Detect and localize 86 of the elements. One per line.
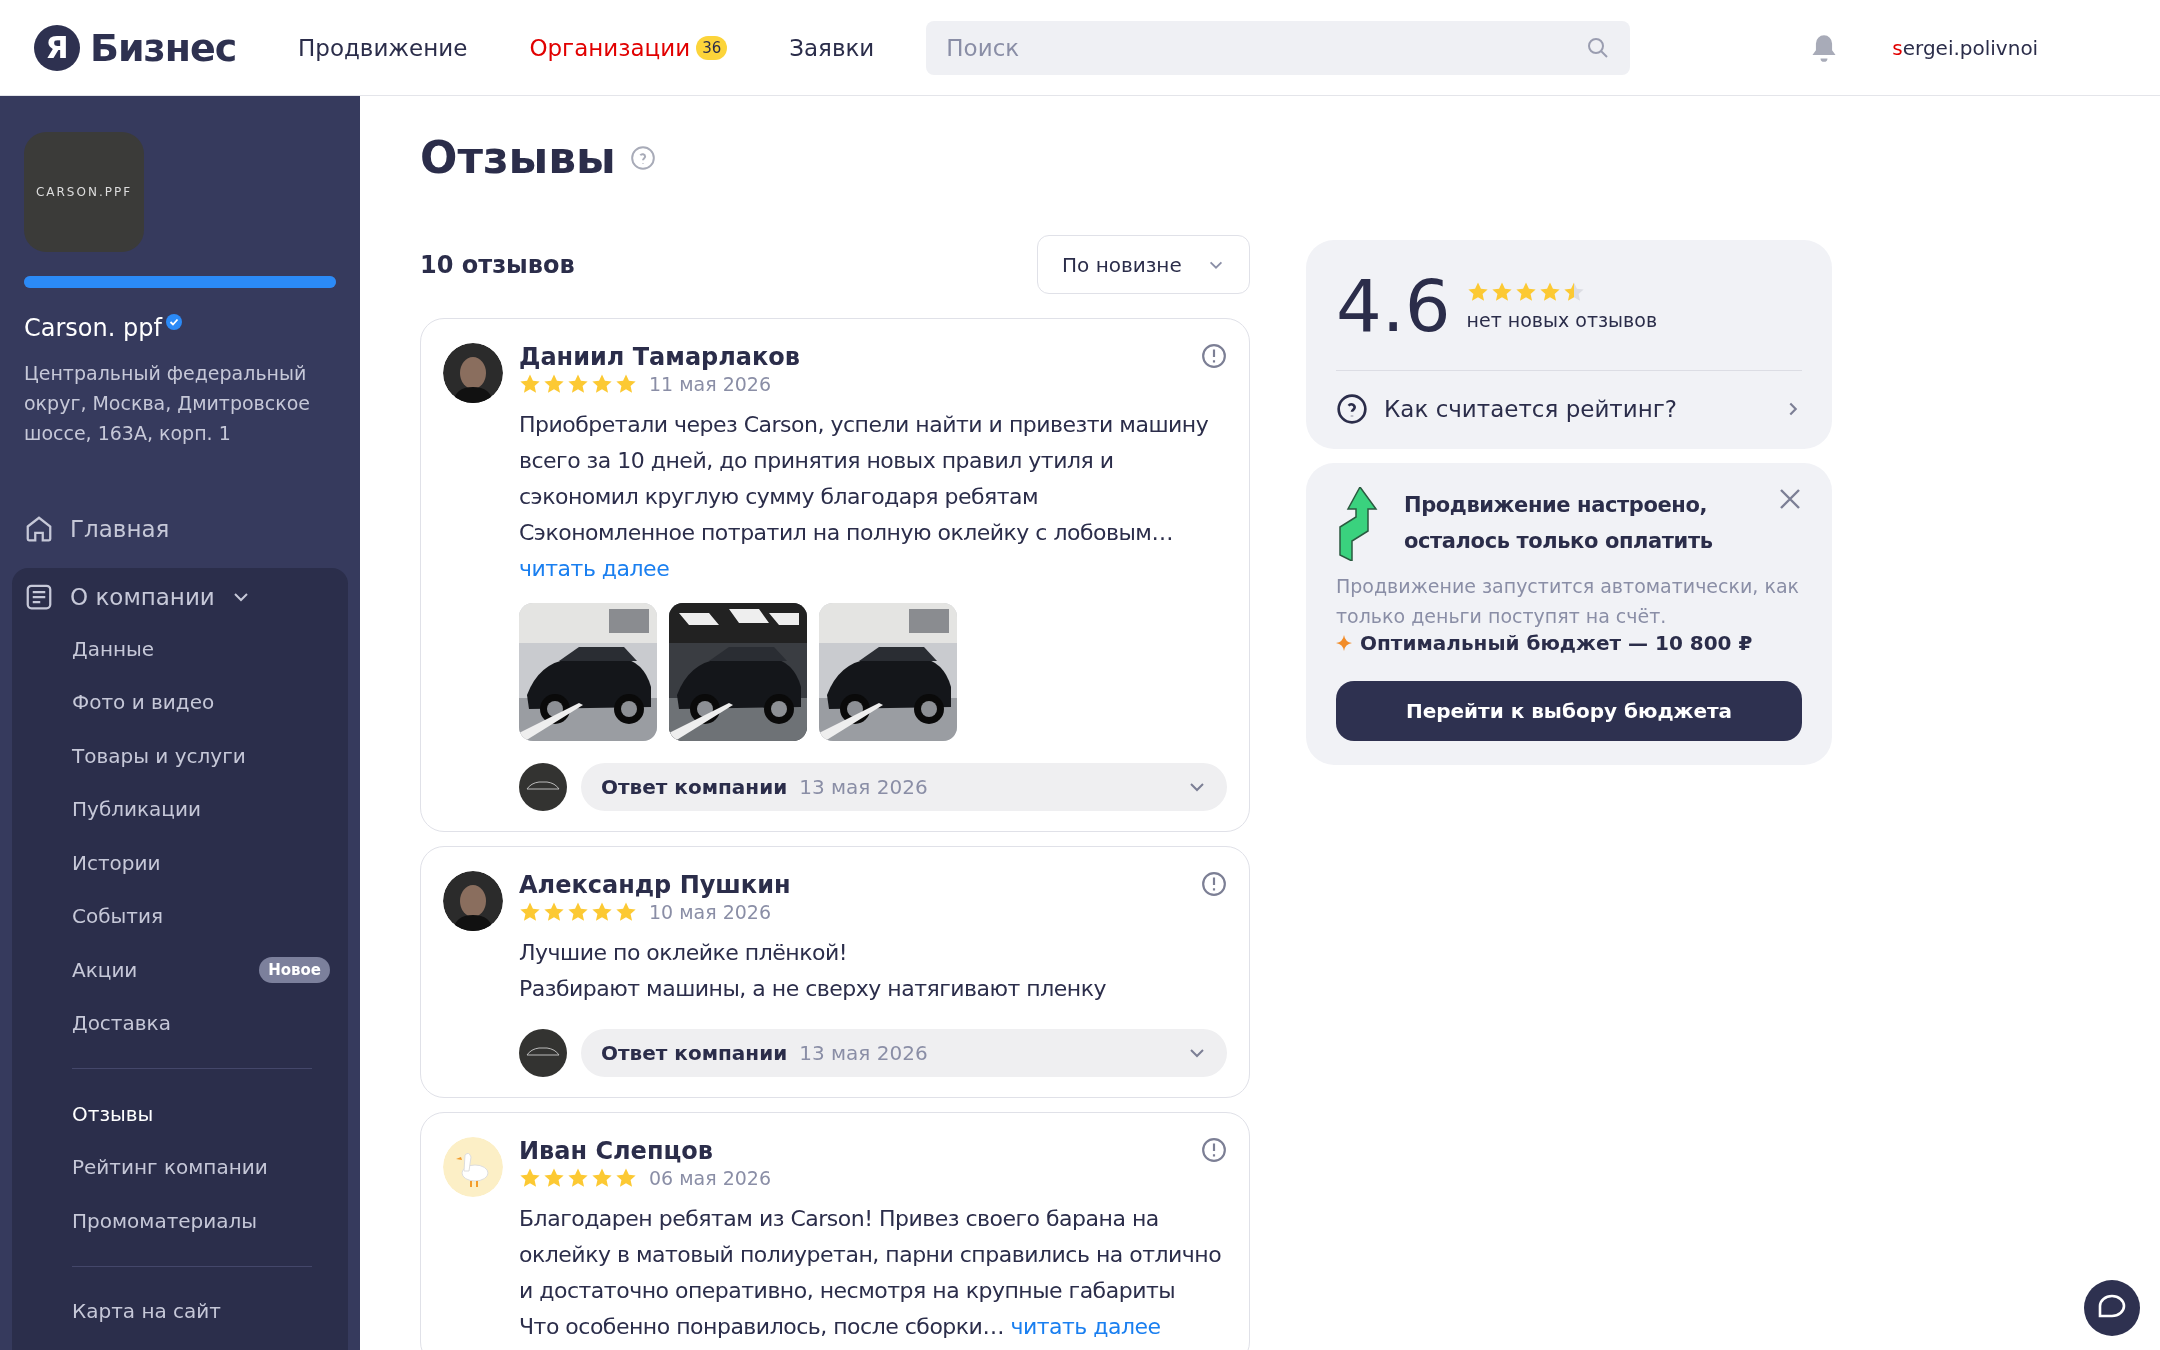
- star-icon: [519, 901, 541, 923]
- star-icon: [567, 901, 589, 923]
- home-icon: [24, 514, 54, 544]
- read-more-link[interactable]: читать далее: [1010, 1314, 1161, 1339]
- star-icon: [1562, 281, 1585, 303]
- budget-text: Оптимальный бюджет — 10 800 ₽: [1360, 631, 1753, 655]
- read-more-link[interactable]: читать далее: [519, 556, 670, 581]
- star-icon: [567, 1167, 589, 1189]
- star-icon: [615, 901, 637, 923]
- search-field[interactable]: Поиск: [926, 20, 1631, 75]
- sidebar-item[interactable]: События: [72, 889, 348, 943]
- nav-link[interactable]: Продвижение: [298, 34, 468, 61]
- page-title: Отзывы: [420, 132, 616, 183]
- sidebar-item[interactable]: Промоматериалы: [72, 1194, 348, 1248]
- logo-text: CARSON.PPF: [35, 185, 133, 199]
- user-avatar: [443, 871, 503, 931]
- new-badge: Новое: [259, 956, 330, 983]
- company-reply-toggle[interactable]: Ответ компании 13 мая 2026: [581, 1029, 1227, 1077]
- rating-info-link[interactable]: Как считается рейтинг?: [1336, 393, 1802, 425]
- help-icon: [1336, 393, 1368, 425]
- star-icon: [591, 1167, 613, 1189]
- company-name: Carson. ppf: [24, 314, 162, 342]
- rating-note: нет новых отзывов: [1466, 309, 1658, 331]
- company-logo[interactable]: CARSON.PPF: [24, 132, 144, 252]
- logo-text[interactable]: Бизнес: [90, 25, 237, 70]
- company-reply-toggle[interactable]: Ответ компании 13 мая 2026: [581, 763, 1227, 811]
- star-icon: [615, 373, 637, 395]
- star-icon: [1538, 281, 1561, 303]
- sidebar-item[interactable]: Товары и услуги: [72, 729, 348, 783]
- close-icon[interactable]: [1778, 487, 1802, 511]
- nav-link[interactable]: Организации 36: [529, 34, 728, 61]
- star-icon: [543, 901, 565, 923]
- company-address: Центральный федеральный округ, Москва, Дмитровское шоссе, 163А, корп. 1: [24, 361, 312, 446]
- count-badge: 36: [696, 35, 728, 60]
- star-icon: [1514, 281, 1537, 303]
- star-icon: [543, 373, 565, 395]
- sidebar-item[interactable]: Публикации: [72, 782, 348, 836]
- sidebar-item[interactable]: Истории: [72, 836, 348, 890]
- star-icon: [1466, 281, 1489, 303]
- sidebar-item[interactable]: Данные: [72, 622, 348, 676]
- star-icon: [567, 373, 589, 395]
- review-date: 11 мая 2026: [649, 373, 771, 395]
- nav-link[interactable]: Заявки: [789, 34, 875, 61]
- star-icon: [591, 373, 613, 395]
- home-link[interactable]: Главная: [24, 514, 348, 544]
- report-icon[interactable]: [1201, 343, 1227, 369]
- sparkle-icon: [1336, 635, 1352, 651]
- report-icon[interactable]: [1201, 871, 1227, 897]
- review-text: Лучшие по оклейке плёнкой! Разбирают машины, а не сверху натягивают пленку: [519, 939, 1108, 1003]
- sort-dropdown[interactable]: По новизне: [1037, 235, 1250, 294]
- review-text: Приобретали через Carson, успели найти и привезти машину всего за 10 дней, до принятия новых правил утиля и сэкономил круглую сумму благодаря ребятам Сэкономленное потратил на полную оклейку с лобовым… читать далее: [519, 411, 1210, 583]
- review-author: Александр Пушкин: [519, 871, 791, 899]
- budget-button[interactable]: Перейти к выбору бюджета: [1336, 681, 1802, 741]
- star-icon: [1490, 281, 1513, 303]
- sidebar-item[interactable]: Рейтинг компании: [72, 1140, 348, 1194]
- document-icon: [24, 582, 54, 612]
- report-icon[interactable]: [1201, 1137, 1227, 1163]
- review-author: Иван Слепцов: [519, 1137, 713, 1165]
- star-icon: [615, 1167, 637, 1189]
- star-icon: [543, 1167, 565, 1189]
- logo-icon[interactable]: Я: [34, 24, 80, 71]
- review-date: 10 мая 2026: [649, 901, 771, 923]
- company-logo: [519, 763, 567, 811]
- sidebar-item[interactable]: Фото и видео: [72, 675, 348, 729]
- promo-title: Продвижение настроено, осталось только оплатить: [1404, 492, 1714, 555]
- review-date: 06 мая 2026: [649, 1167, 771, 1189]
- arrow-up-icon: [1336, 487, 1380, 561]
- review-count: 10 отзывов: [420, 250, 575, 279]
- rating-value: 4.6: [1336, 264, 1451, 348]
- star-icon: [519, 1167, 541, 1189]
- star-icon: [591, 901, 613, 923]
- section-toggle[interactable]: О компании: [24, 582, 348, 612]
- review-author: Даниил Тамарлаков: [519, 343, 800, 371]
- user-avatar: [443, 343, 503, 403]
- user-login[interactable]: sergei.polivnoi: [1892, 35, 2039, 60]
- sidebar-item[interactable]: Отзывы: [72, 1087, 348, 1141]
- review-text: Благодарен ребятам из Carson! Привез своего барана на оклейку в матовый полиуретан, парни справились на отлично и достаточно оперативно, несмотря на крупные габариты Что особенно понравилось, после сборки… читать далее: [519, 1205, 1223, 1341]
- help-icon[interactable]: [629, 144, 656, 171]
- sidebar-item[interactable]: Акции Новое: [72, 943, 348, 997]
- company-logo: [519, 1029, 567, 1077]
- goose-avatar: [443, 1137, 503, 1197]
- chat-icon[interactable]: [2084, 1280, 2140, 1336]
- star-icon: [519, 373, 541, 395]
- sidebar-item[interactable]: Доставка: [72, 996, 348, 1050]
- sidebar-item[interactable]: Карта на сайт: [72, 1284, 348, 1338]
- promo-text: Продвижение запустится автоматически, как только деньги поступят на счёт.: [1336, 574, 1800, 629]
